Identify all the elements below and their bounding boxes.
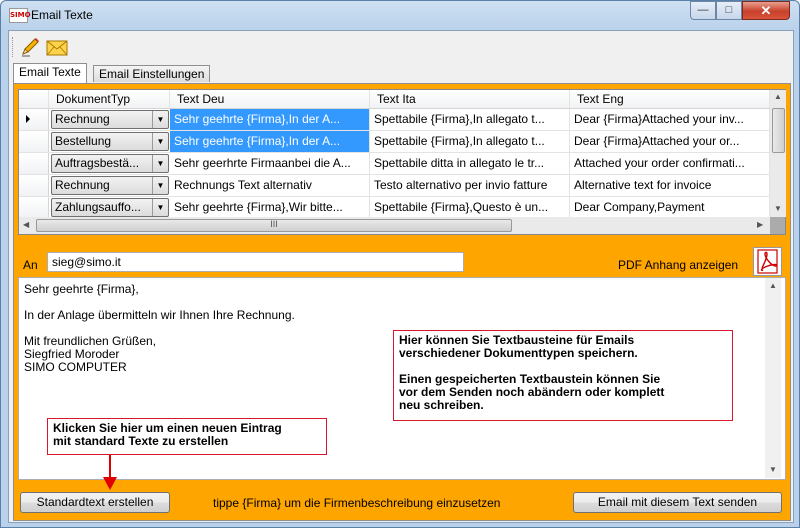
new-entry-callout: Klicken Sie hier um einen neuen Eintrag … xyxy=(47,418,327,455)
tab-strip: Email Texte Email Einstellungen xyxy=(11,63,791,83)
cell-text-ita[interactable]: Spettabile {Firma},In allegato t... xyxy=(370,131,570,152)
current-row-icon xyxy=(26,115,30,123)
email-line: SIMO COMPUTER xyxy=(24,360,127,374)
texts-grid: DokumentTyp Text Deu Text Ita Text Eng R… xyxy=(18,89,786,235)
chevron-down-icon[interactable]: ▼ xyxy=(152,155,168,172)
toolbar-grip[interactable] xyxy=(12,37,15,57)
cell-text-ita[interactable]: Spettabile {Firma},In allegato t... xyxy=(370,109,570,130)
dokumenttyp-combo[interactable]: Bestellung ▼ xyxy=(51,132,169,151)
cell-text-eng[interactable]: Dear {Firma}Attached your inv... xyxy=(570,109,770,130)
dokumenttyp-value: Rechnung xyxy=(55,112,110,126)
pdf-attachment-label: PDF Anhang anzeigen xyxy=(618,258,739,272)
cell-text-eng[interactable]: Dear {Firma}Attached your or... xyxy=(570,131,770,152)
scroll-up-icon[interactable]: ▲ xyxy=(774,92,782,101)
scroll-down-icon[interactable]: ▼ xyxy=(774,204,782,213)
cell-text-deu[interactable]: Sehr geehrte {Firma},In der A... xyxy=(170,131,370,152)
column-header-text-eng[interactable]: Text Eng xyxy=(570,90,770,108)
chevron-down-icon[interactable]: ▼ xyxy=(152,177,168,194)
row-header-corner xyxy=(19,90,49,108)
title-bar[interactable]: SIMO Email Texte — □ ✕ xyxy=(1,1,799,29)
dokumenttyp-combo[interactable]: Rechnung ▼ xyxy=(51,110,169,129)
standardtext-erstellen-button[interactable]: Standardtext erstellen xyxy=(20,492,170,513)
maximize-button[interactable]: □ xyxy=(716,1,742,20)
app-logo-icon: SIMO xyxy=(9,8,31,23)
arrow-down-icon xyxy=(103,455,117,490)
cell-text-ita[interactable]: Spettabile {Firma},Questo è un... xyxy=(370,197,570,217)
cell-text-ita[interactable]: Testo alternativo per invio fatture xyxy=(370,175,570,196)
scroll-left-icon[interactable]: ◀ xyxy=(23,220,29,229)
toolbar xyxy=(9,31,793,63)
dokumenttyp-value: Bestellung xyxy=(55,134,112,148)
minimize-button[interactable]: — xyxy=(690,1,716,20)
email-line: Sehr geehrte {Firma}, xyxy=(24,282,139,296)
tab-email-texte[interactable]: Email Texte xyxy=(13,63,87,83)
send-email-button[interactable]: Email mit diesem Text senden xyxy=(573,492,782,513)
close-button[interactable]: ✕ xyxy=(742,1,790,20)
dokumenttyp-value: Auftragsbestä... xyxy=(55,156,140,170)
dokumenttyp-value: Rechnung xyxy=(55,178,110,192)
grid-vertical-scrollbar[interactable]: ▲ ▼ xyxy=(770,90,786,217)
row-header[interactable] xyxy=(19,175,49,196)
client-area: Email Texte Email Einstellungen Dokument… xyxy=(8,30,794,523)
info-callout: Hier können Sie Textbausteine für Emails… xyxy=(393,330,733,421)
row-header[interactable] xyxy=(19,109,49,130)
scroll-down-icon[interactable]: ▼ xyxy=(769,465,777,474)
table-row[interactable]: Bestellung ▼ Sehr geehrte {Firma},In der… xyxy=(19,131,770,153)
cell-text-deu[interactable]: Rechnungs Text alternativ xyxy=(170,175,370,196)
column-header-dokumenttyp[interactable]: DokumentTyp xyxy=(49,90,170,108)
email-vertical-scrollbar[interactable]: ▲ ▼ xyxy=(765,278,781,478)
chevron-down-icon[interactable]: ▼ xyxy=(152,133,168,150)
recipient-email-value: sieg@simo.it xyxy=(52,255,121,269)
grid-horizontal-scrollbar[interactable]: ◀ III ▶ xyxy=(19,217,770,234)
email-line: Mit freundlichen Grüßen, xyxy=(24,334,157,348)
cell-text-deu[interactable]: Sehr geerhrte Firmaanbei die A... xyxy=(170,153,370,174)
main-window: SIMO Email Texte — □ ✕ Email Texte Email… xyxy=(0,0,800,528)
column-header-text-ita[interactable]: Text Ita xyxy=(370,90,570,108)
email-texte-panel: DokumentTyp Text Deu Text Ita Text Eng R… xyxy=(13,83,791,521)
cell-text-deu[interactable]: Sehr geehrte {Firma},Wir bitte... xyxy=(170,197,370,217)
cell-text-deu[interactable]: Sehr geehrte {Firma},In der A... xyxy=(170,109,370,130)
dokumenttyp-combo[interactable]: Zahlungsauffo... ▼ xyxy=(51,198,169,217)
table-row[interactable]: Rechnung ▼ Sehr geehrte {Firma},In der A… xyxy=(19,109,770,131)
row-header[interactable] xyxy=(19,197,49,217)
column-header-text-deu[interactable]: Text Deu xyxy=(170,90,370,108)
pdf-icon[interactable] xyxy=(753,247,782,276)
email-icon[interactable] xyxy=(45,36,68,58)
table-row[interactable]: Auftragsbestä... ▼ Sehr geerhrte Firmaan… xyxy=(19,153,770,175)
email-line: Siegfried Moroder xyxy=(24,347,120,361)
recipient-email-field[interactable]: sieg@simo.it xyxy=(47,252,464,272)
dokumenttyp-value: Zahlungsauffo... xyxy=(55,200,141,214)
chevron-down-icon[interactable]: ▼ xyxy=(152,111,168,128)
recipient-label: An xyxy=(23,258,38,272)
cell-text-eng[interactable]: Alternative text for invoice xyxy=(570,175,770,196)
table-row[interactable]: Rechnung ▼ Rechnungs Text alternativ Tes… xyxy=(19,175,770,197)
email-line: In der Anlage übermitteln wir Ihnen Ihre… xyxy=(24,308,295,322)
scroll-grip: III xyxy=(270,219,278,229)
scroll-right-icon[interactable]: ▶ xyxy=(757,220,763,229)
edit-icon[interactable] xyxy=(19,36,41,58)
window-title: Email Texte xyxy=(31,8,93,22)
row-header[interactable] xyxy=(19,131,49,152)
grid-header: DokumentTyp Text Deu Text Ita Text Eng xyxy=(19,90,770,109)
grid-body: DokumentTyp Text Deu Text Ita Text Eng R… xyxy=(19,90,770,217)
info-callout-line: neu schreiben. xyxy=(399,398,484,412)
chevron-down-icon[interactable]: ▼ xyxy=(152,199,168,216)
table-row[interactable]: Zahlungsauffo... ▼ Sehr geehrte {Firma},… xyxy=(19,197,770,217)
horizontal-scroll-thumb[interactable]: III xyxy=(36,219,512,232)
info-callout-line: verschiedener Dokumenttypen speichern. xyxy=(399,346,638,360)
scroll-up-icon[interactable]: ▲ xyxy=(769,281,777,290)
dokumenttyp-combo[interactable]: Rechnung ▼ xyxy=(51,176,169,195)
firma-hint-text: tippe {Firma} um die Firmenbeschreibung … xyxy=(213,496,501,510)
vertical-scroll-thumb[interactable] xyxy=(772,108,785,153)
tab-email-einstellungen[interactable]: Email Einstellungen xyxy=(93,65,211,82)
new-entry-callout-line: mit standard Texte zu erstellen xyxy=(53,434,229,448)
row-header[interactable] xyxy=(19,153,49,174)
cell-text-ita[interactable]: Spettabile ditta in allegato le tr... xyxy=(370,153,570,174)
cell-text-eng[interactable]: Dear Company,Payment xyxy=(570,197,770,217)
cell-text-eng[interactable]: Attached your order confirmati... xyxy=(570,153,770,174)
dokumenttyp-combo[interactable]: Auftragsbestä... ▼ xyxy=(51,154,169,173)
